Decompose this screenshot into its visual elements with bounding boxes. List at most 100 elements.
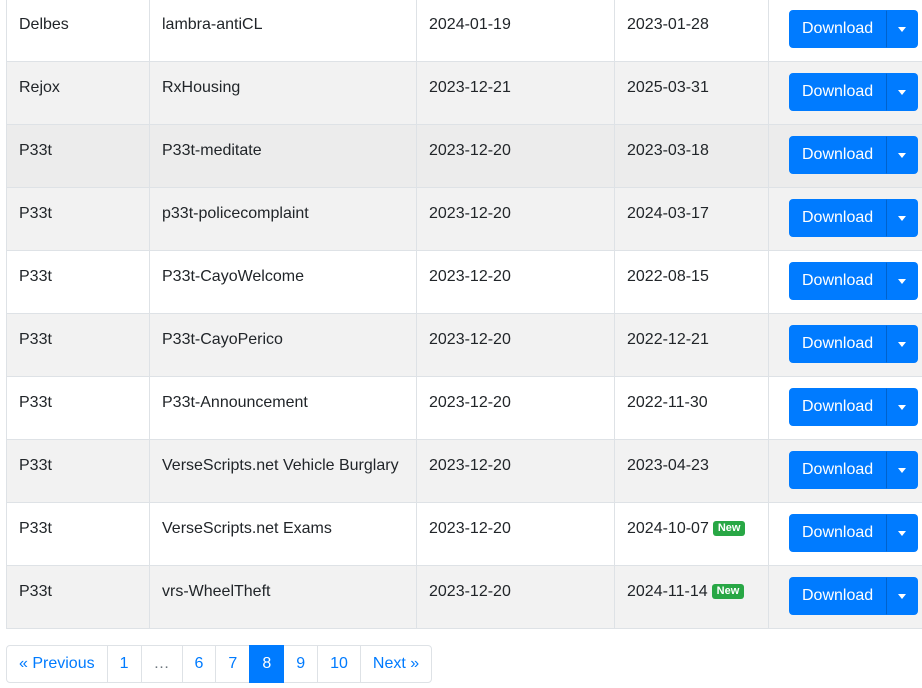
date-text: 2023-12-20 bbox=[429, 394, 511, 411]
table-row: P33t P33t-meditate 2023-12-20 2023-03-18 Dow… bbox=[6, 124, 922, 188]
download-dropdown-toggle[interactable] bbox=[886, 451, 919, 489]
caret-down-icon bbox=[898, 215, 907, 221]
cell-name: P33t-CayoWelcome bbox=[149, 250, 417, 314]
cell-actions: Download bbox=[768, 313, 922, 377]
cell-actions: Download bbox=[768, 124, 922, 188]
download-dropdown-toggle[interactable] bbox=[886, 388, 919, 426]
date-text: 2023-12-20 bbox=[429, 520, 511, 537]
date-text: 2023-12-20 bbox=[429, 583, 511, 600]
cell-actions: Download bbox=[768, 0, 922, 62]
download-dropdown-toggle[interactable] bbox=[886, 514, 919, 552]
download-dropdown-toggle[interactable] bbox=[886, 10, 919, 48]
date-text: 2025-03-31 bbox=[627, 79, 709, 96]
cell-name: RxHousing bbox=[149, 61, 417, 125]
resource-name: VerseScripts.net Exams bbox=[162, 520, 332, 537]
cell-author: P33t bbox=[6, 187, 150, 251]
pagination-page[interactable]: 7 bbox=[215, 645, 251, 683]
cell-date-2: 2022-12-21 bbox=[614, 313, 769, 377]
download-dropdown-toggle[interactable] bbox=[886, 199, 919, 237]
pagination-page[interactable]: 6 bbox=[181, 645, 217, 683]
pagination-page[interactable]: 8 bbox=[249, 645, 285, 683]
new-badge: New bbox=[712, 521, 746, 536]
table-row: Delbes lambra-antiCL 2024-01-19 2023-01-28 D… bbox=[6, 0, 922, 62]
author-text: Rejox bbox=[19, 79, 60, 96]
pagination-page[interactable]: 1 bbox=[106, 645, 142, 683]
download-button[interactable]: Download bbox=[789, 73, 887, 111]
table-row: P33t vrs-WheelTheft 2023-12-20 2024-11-14 Ne… bbox=[6, 565, 922, 629]
date-text: 2024-03-17 bbox=[627, 205, 709, 222]
resource-name: vrs-WheelTheft bbox=[162, 583, 271, 600]
download-button-group: Download bbox=[789, 388, 919, 426]
date-text: 2023-12-20 bbox=[429, 205, 511, 222]
pagination-page[interactable]: 10 bbox=[317, 645, 361, 683]
cell-author: P33t bbox=[6, 376, 150, 440]
download-button[interactable]: Download bbox=[789, 388, 887, 426]
download-button-group: Download bbox=[789, 136, 919, 174]
download-button[interactable]: Download bbox=[789, 199, 887, 237]
download-dropdown-toggle[interactable] bbox=[886, 73, 919, 111]
author-text: Delbes bbox=[19, 16, 69, 33]
download-button-group: Download bbox=[789, 262, 919, 300]
cell-date-2: 2025-03-31 bbox=[614, 61, 769, 125]
cell-date-1: 2023-12-20 bbox=[416, 502, 615, 566]
download-button[interactable]: Download bbox=[789, 10, 887, 48]
cell-actions: Download bbox=[768, 61, 922, 125]
download-button[interactable]: Download bbox=[789, 577, 887, 615]
cell-author: P33t bbox=[6, 565, 150, 629]
cell-name: P33t-CayoPerico bbox=[149, 313, 417, 377]
caret-down-icon bbox=[898, 26, 907, 32]
caret-down-icon bbox=[898, 341, 907, 347]
cell-name: VerseScripts.net Exams bbox=[149, 502, 417, 566]
cell-name: p33t-policecomplaint bbox=[149, 187, 417, 251]
download-dropdown-toggle[interactable] bbox=[886, 577, 919, 615]
download-button[interactable]: Download bbox=[789, 136, 887, 174]
cell-actions: Download bbox=[768, 187, 922, 251]
download-dropdown-toggle[interactable] bbox=[886, 262, 919, 300]
date-text: 2023-04-23 bbox=[627, 457, 709, 474]
cell-date-2: 2024-03-17 bbox=[614, 187, 769, 251]
date-text: 2022-08-15 bbox=[627, 268, 709, 285]
download-button-group: Download bbox=[789, 325, 919, 363]
author-text: P33t bbox=[19, 268, 52, 285]
cell-name: P33t-Announcement bbox=[149, 376, 417, 440]
download-button[interactable]: Download bbox=[789, 514, 887, 552]
cell-date-1: 2023-12-21 bbox=[416, 61, 615, 125]
author-text: P33t bbox=[19, 331, 52, 348]
download-button[interactable]: Download bbox=[789, 451, 887, 489]
download-button-group: Download bbox=[789, 577, 919, 615]
author-text: P33t bbox=[19, 520, 52, 537]
download-button-group: Download bbox=[789, 10, 919, 48]
download-dropdown-toggle[interactable] bbox=[886, 136, 919, 174]
table-row: P33t P33t-CayoWelcome 2023-12-20 2022-08-15… bbox=[6, 250, 922, 314]
cell-date-1: 2023-12-20 bbox=[416, 313, 615, 377]
caret-down-icon bbox=[898, 593, 907, 599]
new-badge: New bbox=[711, 584, 745, 599]
cell-actions: Download bbox=[768, 250, 922, 314]
table-row: P33t P33t-Announcement 2023-12-20 2022-11-3… bbox=[6, 376, 922, 440]
cell-author: Rejox bbox=[6, 61, 150, 125]
date-text: 2023-12-20 bbox=[429, 268, 511, 285]
table-row: P33t VerseScripts.net Vehicle Burglary 202… bbox=[6, 439, 922, 503]
date-text: 2024-11-14 bbox=[627, 583, 708, 600]
date-text: 2023-12-20 bbox=[429, 142, 511, 159]
pagination-page[interactable]: 9 bbox=[283, 645, 319, 683]
resource-name: P33t-Announcement bbox=[162, 394, 308, 411]
download-button[interactable]: Download bbox=[789, 262, 887, 300]
cell-date-2: 2022-08-15 bbox=[614, 250, 769, 314]
resource-name: VerseScripts.net Vehicle Burglary bbox=[162, 457, 399, 474]
download-button-group: Download bbox=[789, 199, 919, 237]
cell-date-1: 2024-01-19 bbox=[416, 0, 615, 62]
cell-author: Delbes bbox=[6, 0, 150, 62]
pagination-previous[interactable]: « Previous bbox=[6, 645, 108, 683]
date-text: 2023-12-21 bbox=[429, 79, 511, 96]
resources-table: Delbes lambra-antiCL 2024-01-19 2023-01-28 D… bbox=[6, 0, 922, 629]
cell-date-1: 2023-12-20 bbox=[416, 565, 615, 629]
resource-name: P33t-CayoWelcome bbox=[162, 268, 304, 285]
download-button[interactable]: Download bbox=[789, 325, 887, 363]
author-text: P33t bbox=[19, 394, 52, 411]
pagination: « Previous 1… 6 7 8 9 10 Next » bbox=[6, 645, 433, 683]
caret-down-icon bbox=[898, 530, 907, 536]
pagination-next[interactable]: Next » bbox=[359, 645, 433, 683]
download-dropdown-toggle[interactable] bbox=[886, 325, 919, 363]
cell-author: P33t bbox=[6, 502, 150, 566]
